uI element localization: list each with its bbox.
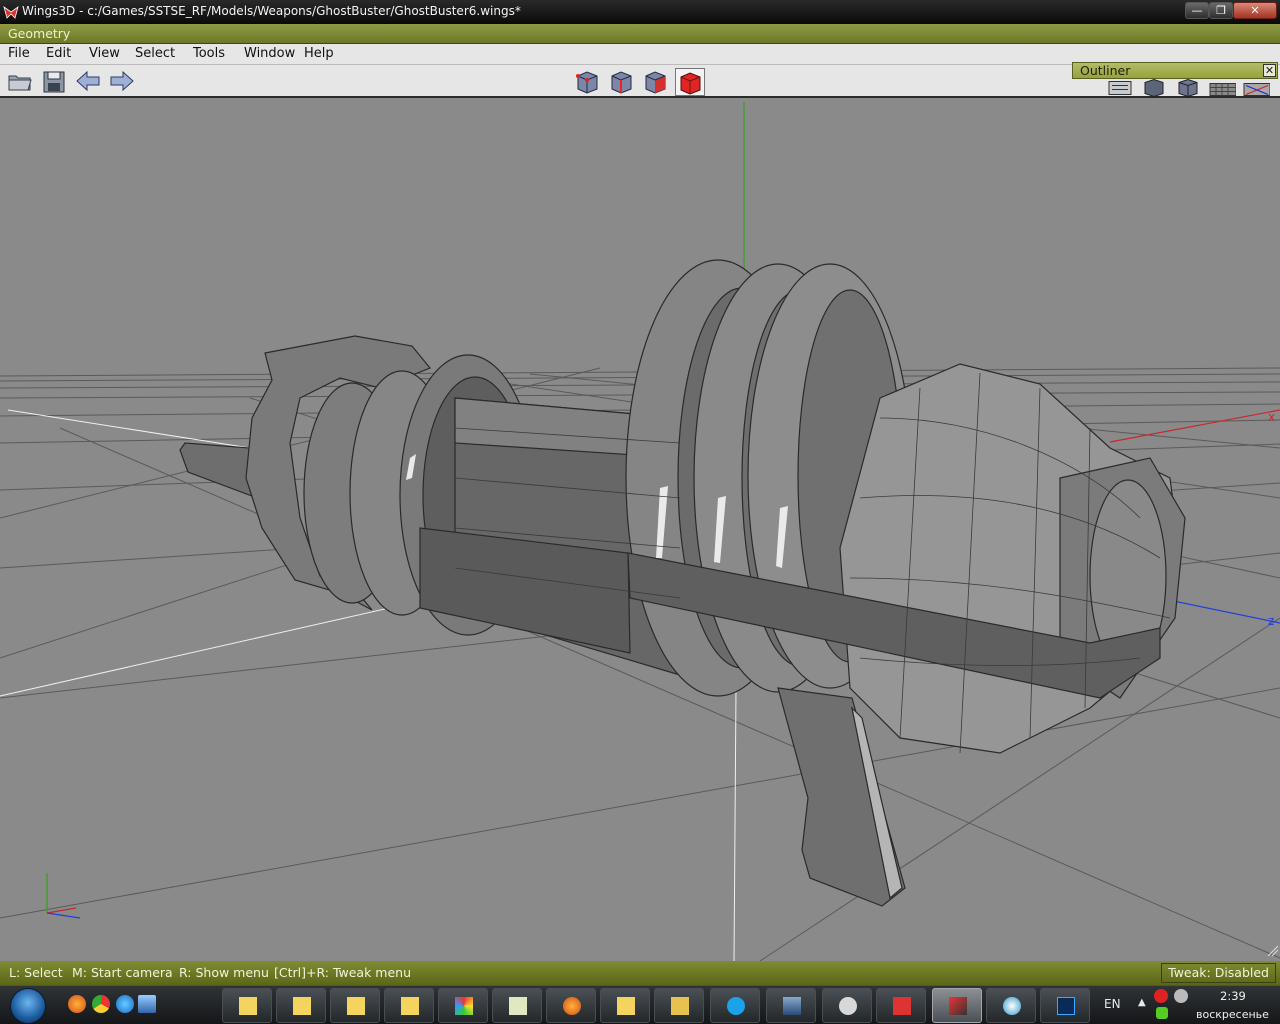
photoshop-icon [1057,997,1075,1015]
maximize-button[interactable]: ❐ [1209,2,1233,19]
axis-gizmo [46,873,81,919]
z-axis-label: z [1268,614,1274,628]
chrome-icon[interactable] [92,995,110,1013]
face-mode-icon[interactable] [641,68,669,95]
clock-day[interactable]: воскресенье [1196,1008,1269,1021]
undo-arrow-icon[interactable] [74,68,102,95]
close-button[interactable]: ✕ [1233,2,1277,19]
geometry-label: Geometry [8,26,71,41]
folder-icon [347,997,365,1015]
taskbar-skype[interactable] [710,988,760,1023]
folder-icon [239,997,257,1015]
taskbar-folder-6[interactable] [654,988,704,1023]
hint-right-menu: R: Show menu [179,965,269,980]
redo-arrow-icon[interactable] [108,68,136,95]
language-indicator[interactable]: EN [1104,997,1121,1011]
taskbar-steam[interactable] [822,988,872,1023]
3d-viewport[interactable]: x z [0,98,1280,961]
minimize-button[interactable]: — [1185,2,1209,19]
body-mode-icon[interactable] [675,68,705,96]
app-icon [893,997,911,1015]
taskbar-folder-1[interactable] [222,988,272,1023]
taskbar-media-player[interactable] [986,988,1036,1023]
menu-edit[interactable]: Edit [46,46,71,61]
edge-mode-icon[interactable] [607,68,635,95]
x-axis-line [1109,409,1280,443]
menu-tools[interactable]: Tools [193,46,225,61]
taskbar-folder-5[interactable] [600,988,650,1023]
menu-window[interactable]: Window [244,46,295,61]
firefox-icon [563,997,581,1015]
skype-icon [727,997,745,1015]
status-bar: L: Select M: Start camera R: Show menu [… [0,961,1280,985]
tray-steam-icon[interactable] [1174,989,1188,1003]
save-icon[interactable] [40,68,68,95]
taskbar-app[interactable] [876,988,926,1023]
white-axis-line-3 [733,687,737,961]
taskbar-photoshop[interactable] [1040,988,1090,1023]
taskbar-folder-2[interactable] [276,988,326,1023]
window-titlebar: Wings3D - c:/Games/SSTSE_RF/Models/Weapo… [0,0,1280,24]
folder-icon [293,997,311,1015]
menu-select[interactable]: Select [135,46,175,61]
taskbar-folder-3[interactable] [330,988,380,1023]
wings3d-app-icon [3,6,19,19]
x-axis-label: x [1268,410,1275,424]
viewport-scene: x z [0,102,1280,961]
folder-icon [671,997,689,1015]
tray-security-icon[interactable] [1156,1007,1168,1019]
window-title: Wings3D - c:/Games/SSTSE_RF/Models/Weapo… [22,4,521,18]
menu-file[interactable]: File [8,46,30,61]
taskbar-notepad[interactable] [492,988,542,1023]
ie-icon[interactable] [116,995,134,1013]
folder-icon [617,997,635,1015]
paint-icon [455,997,473,1015]
taskbar-folder-4[interactable] [384,988,434,1023]
menu-view[interactable]: View [89,46,120,61]
tray-expand-icon[interactable]: ▲ [1138,997,1146,1008]
desktop-icon[interactable] [138,995,156,1013]
outliner-close-button[interactable]: ✕ [1263,64,1276,77]
tweak-status[interactable]: Tweak: Disabled [1161,963,1276,983]
wings3d-icon [949,997,967,1015]
hint-left-select: L: Select [9,965,63,980]
tray-alert-icon[interactable] [1154,989,1168,1003]
start-button[interactable] [10,988,46,1024]
taskbar-firefox[interactable] [546,988,596,1023]
resize-grip-icon[interactable] [1267,945,1279,957]
geometry-window-bar: Geometry [0,24,1280,44]
taskbar-paint[interactable] [438,988,488,1023]
taskbar-wings3d[interactable] [932,988,982,1023]
folder-icon [401,997,419,1015]
notepad-icon [509,997,527,1015]
vertex-mode-icon[interactable] [573,68,601,95]
windows-taskbar: EN ▲ 2:39 воскресенье [0,985,1280,1024]
open-folder-icon[interactable] [6,68,34,95]
outliner-titlebar[interactable]: Outliner ✕ [1072,62,1278,79]
outliner-title: Outliner [1080,63,1131,78]
hint-middle-camera: M: Start camera [72,965,173,980]
hint-tweak-menu: [Ctrl]+R: Tweak menu [274,965,412,980]
steam-icon [839,997,857,1015]
taskbar-ship[interactable] [766,988,816,1023]
menu-help[interactable]: Help [304,46,334,61]
ship-icon [783,997,801,1015]
firefox-icon[interactable] [68,995,86,1013]
clock-time[interactable]: 2:39 [1220,989,1246,1003]
media-player-icon [1003,997,1021,1015]
